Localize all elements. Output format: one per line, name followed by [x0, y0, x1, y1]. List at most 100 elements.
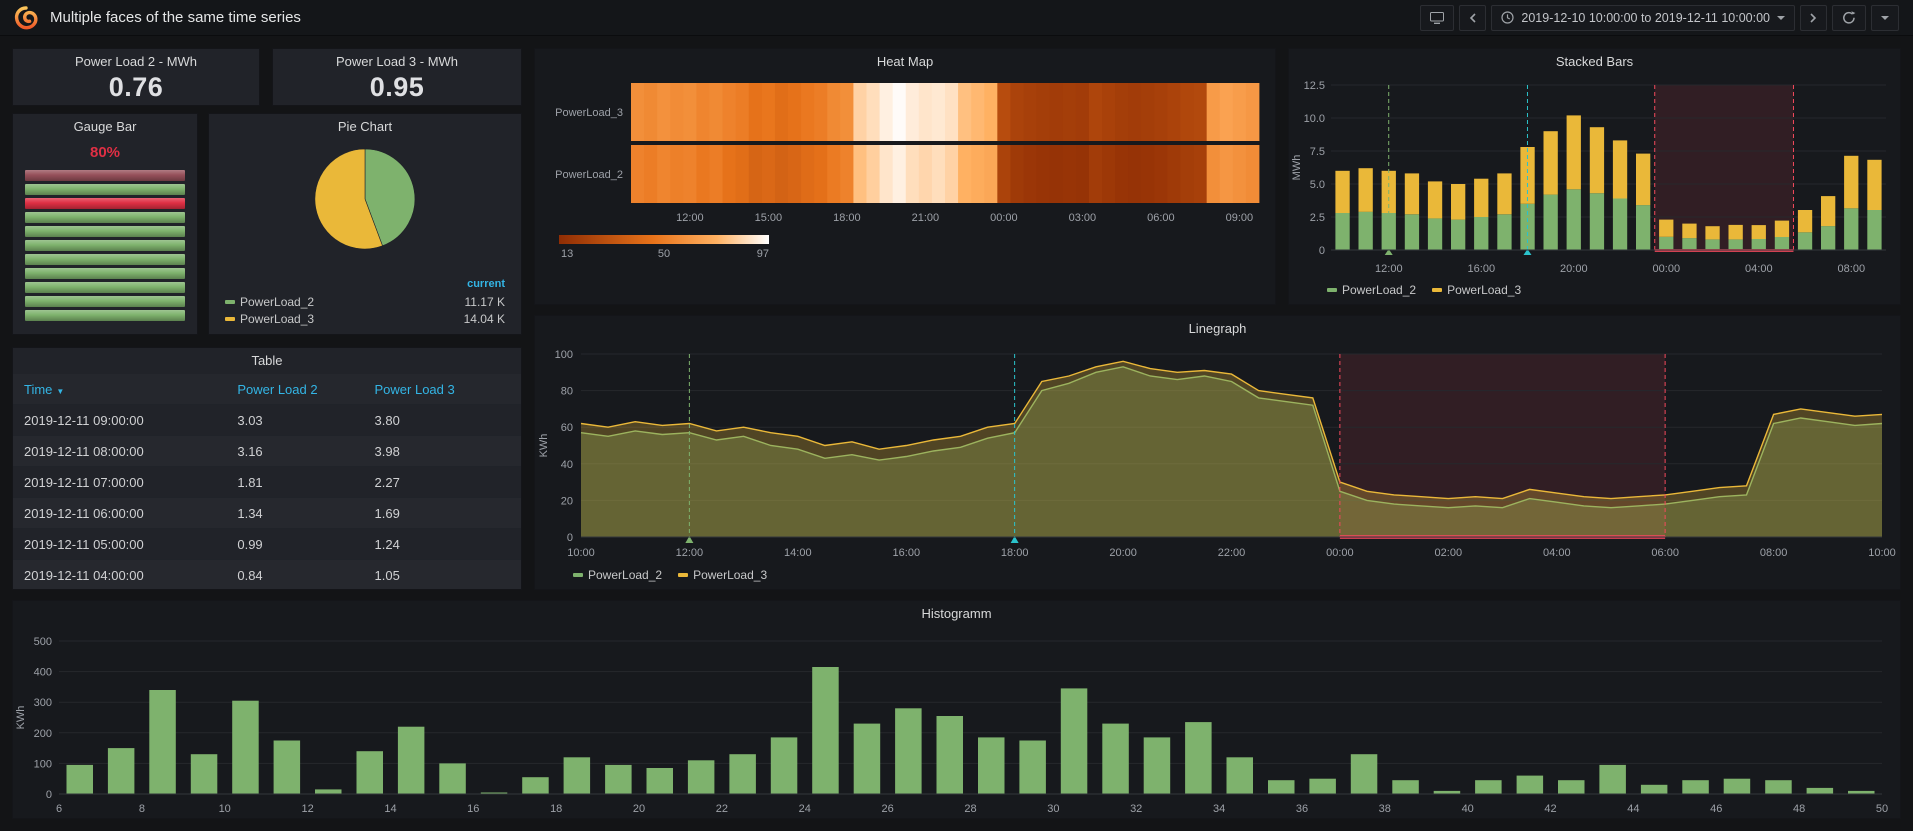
stacked-bars-chart[interactable]: 02.55.07.510.012.512:0016:0020:0000:0004… — [1289, 75, 1900, 280]
pie-legend-header[interactable]: current — [225, 278, 505, 290]
svg-text:20:00: 20:00 — [1560, 263, 1588, 275]
svg-text:14:00: 14:00 — [784, 547, 812, 559]
svg-text:20: 20 — [633, 803, 645, 815]
time-range-label: 2019-12-10 10:00:00 to 2019-12-11 10:00:… — [1521, 11, 1770, 25]
gauge-segment — [25, 296, 185, 307]
table-cell: 1.34 — [226, 506, 363, 521]
refresh-icon — [1842, 11, 1856, 24]
svg-text:7.5: 7.5 — [1310, 146, 1325, 158]
caret-down-icon — [1777, 16, 1785, 20]
gauge-segment — [25, 282, 185, 293]
panel-title[interactable]: Histogramm — [13, 601, 1900, 627]
svg-text:PowerLoad_2: PowerLoad_2 — [555, 169, 623, 181]
gauge-segment — [25, 184, 185, 195]
svg-text:97: 97 — [757, 248, 769, 260]
svg-text:04:00: 04:00 — [1745, 263, 1773, 275]
table-cell: 3.16 — [226, 444, 363, 459]
linegraph-chart[interactable]: 02040608010010:0012:0014:0016:0018:0020:… — [535, 342, 1900, 565]
svg-text:10:00: 10:00 — [567, 547, 595, 559]
table-row: 2019-12-11 05:00:000.991.24 — [13, 529, 521, 560]
chevron-left-icon — [1469, 13, 1476, 23]
pie-legend-row: PowerLoad_211.17 K — [225, 293, 505, 310]
svg-text:04:00: 04:00 — [1543, 547, 1571, 559]
svg-text:50: 50 — [658, 248, 670, 260]
svg-text:KWh: KWh — [15, 706, 27, 730]
gauge-segment — [25, 198, 185, 209]
table-row: 2019-12-11 06:00:001.341.69 — [13, 498, 521, 529]
panel-stat-power-load-3: Power Load 3 - MWh 0.95 — [272, 48, 522, 106]
column-header[interactable]: Power Load 3 — [364, 382, 521, 397]
caret-down-icon — [1881, 16, 1889, 20]
panel-title[interactable]: Pie Chart — [209, 114, 521, 140]
time-back-button[interactable] — [1459, 5, 1486, 31]
sort-desc-icon: ▼ — [56, 387, 64, 396]
svg-text:20:00: 20:00 — [1109, 547, 1137, 559]
legend-item[interactable]: PowerLoad_3 — [1432, 283, 1521, 297]
panel-pie-chart: Pie Chart currentPowerLoad_211.17 KPower… — [208, 113, 522, 335]
svg-text:300: 300 — [34, 697, 52, 709]
tv-mode-button[interactable] — [1420, 5, 1454, 31]
svg-text:16: 16 — [467, 803, 479, 815]
svg-text:13: 13 — [561, 248, 573, 260]
svg-text:06:00: 06:00 — [1651, 547, 1679, 559]
panel-histogram: Histogramm 01002003004005006810121416182… — [12, 600, 1901, 819]
svg-text:12:00: 12:00 — [676, 212, 704, 224]
legend-item[interactable]: PowerLoad_3 — [678, 568, 767, 582]
legend-item[interactable]: PowerLoad_2 — [1327, 283, 1416, 297]
svg-text:10: 10 — [219, 803, 231, 815]
grafana-logo[interactable] — [14, 6, 38, 30]
svg-text:40: 40 — [561, 459, 573, 471]
svg-text:21:00: 21:00 — [912, 212, 940, 224]
time-range-picker[interactable]: 2019-12-10 10:00:00 to 2019-12-11 10:00:… — [1491, 5, 1795, 31]
table-cell: 2019-12-11 06:00:00 — [13, 506, 226, 521]
legend-item[interactable]: PowerLoad_2 — [225, 295, 314, 309]
legend-item[interactable]: PowerLoad_3 — [225, 312, 314, 326]
stat-value: 0.76 — [13, 72, 259, 103]
pie-legend: currentPowerLoad_211.17 KPowerLoad_314.0… — [225, 278, 505, 327]
dashboard-title: Multiple faces of the same time series — [50, 9, 301, 26]
table-row: 2019-12-11 04:00:000.841.05 — [13, 560, 521, 590]
svg-text:08:00: 08:00 — [1760, 547, 1788, 559]
svg-text:KWh: KWh — [538, 434, 550, 458]
chart-legend: PowerLoad_2 PowerLoad_3 — [535, 565, 1900, 585]
table-header: Time▼Power Load 2Power Load 3 — [13, 374, 521, 405]
svg-text:10.0: 10.0 — [1304, 113, 1325, 125]
pie-chart[interactable] — [312, 146, 418, 252]
panel-title[interactable]: Linegraph — [535, 316, 1900, 342]
svg-text:00:00: 00:00 — [1653, 263, 1681, 275]
gauge-segment — [25, 240, 185, 251]
svg-text:500: 500 — [34, 636, 52, 648]
panel-table: Table Time▼Power Load 2Power Load 3 2019-… — [12, 347, 522, 590]
heatmap-chart[interactable]: PowerLoad_3PowerLoad_212:0015:0018:0021:… — [535, 75, 1275, 304]
column-header[interactable]: Power Load 2 — [226, 382, 363, 397]
refresh-interval-dropdown[interactable] — [1871, 5, 1899, 31]
svg-text:60: 60 — [561, 422, 573, 434]
svg-text:06:00: 06:00 — [1147, 212, 1175, 224]
table-cell: 2.27 — [364, 475, 521, 490]
svg-text:48: 48 — [1793, 803, 1805, 815]
panel-title[interactable]: Table — [13, 348, 521, 374]
gauge-value: 80% — [13, 140, 197, 166]
histogram-chart[interactable]: 0100200300400500681012141618202224262830… — [13, 627, 1900, 818]
svg-text:5.0: 5.0 — [1310, 179, 1325, 191]
column-header[interactable]: Time▼ — [13, 382, 226, 397]
panel-title[interactable]: Stacked Bars — [1289, 49, 1900, 75]
svg-text:00:00: 00:00 — [1326, 547, 1354, 559]
svg-text:6: 6 — [56, 803, 62, 815]
panel-stacked-bars: Stacked Bars 02.55.07.510.012.512:0016:0… — [1288, 48, 1901, 305]
svg-text:38: 38 — [1379, 803, 1391, 815]
time-forward-button[interactable] — [1800, 5, 1827, 31]
panel-title[interactable]: Heat Map — [535, 49, 1275, 75]
panel-stat-power-load-2: Power Load 2 - MWh 0.76 — [12, 48, 260, 106]
table-cell: 3.80 — [364, 413, 521, 428]
table-row: 2019-12-11 08:00:003.163.98 — [13, 436, 521, 467]
svg-text:18:00: 18:00 — [833, 212, 861, 224]
legend-item[interactable]: PowerLoad_2 — [573, 568, 662, 582]
panel-title[interactable]: Gauge Bar — [13, 114, 197, 140]
svg-text:02:00: 02:00 — [1435, 547, 1463, 559]
refresh-button[interactable] — [1832, 5, 1866, 31]
panel-gauge-bar: Gauge Bar 80% — [12, 113, 198, 335]
table-cell: 3.98 — [364, 444, 521, 459]
table-cell: 1.05 — [364, 568, 521, 583]
monitor-icon — [1430, 12, 1444, 24]
